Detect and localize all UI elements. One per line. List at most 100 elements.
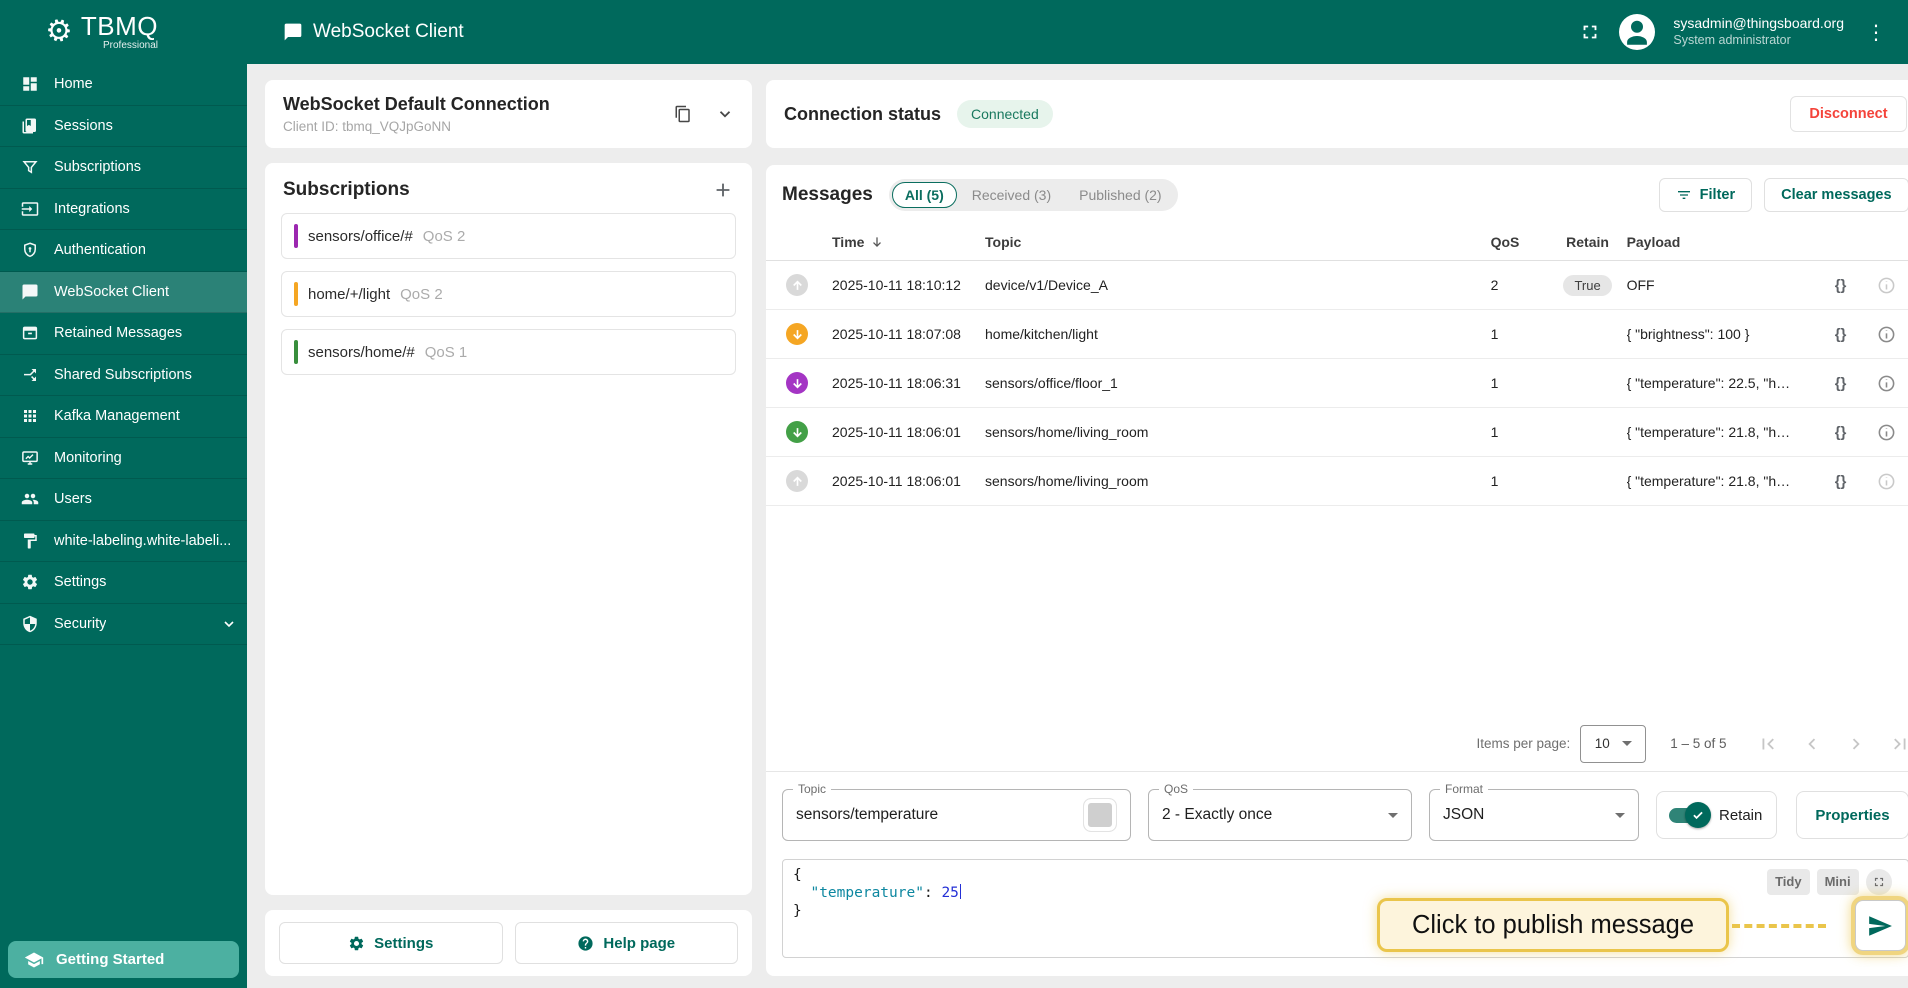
tab-all[interactable]: All (5) [891,182,957,208]
subscription-color-bar [294,224,298,248]
column-time[interactable]: Time [832,234,985,250]
clear-messages-button[interactable]: Clear messages [1764,178,1908,212]
next-page-icon[interactable] [1845,733,1867,755]
sidebar-item-shared-subscriptions[interactable]: Shared Subscriptions [0,355,247,396]
payload-json-icon[interactable]: {} [1835,277,1847,294]
logo-subtext: Professional [102,40,159,51]
message-row[interactable]: 2025-10-11 18:06:01 sensors/home/living_… [766,408,1908,457]
message-topic: device/v1/Device_A [985,277,1108,293]
subscription-item[interactable]: sensors/office/# QoS 2 [281,213,736,259]
column-payload[interactable]: Payload [1627,234,1817,250]
messages-table: Time Topic QoS Retain Payload 2025-10-11… [766,223,1908,506]
tab-published[interactable]: Published (2) [1066,182,1175,208]
copy-icon[interactable] [674,105,692,123]
paginator: Items per page: 10 1 – 5 of 5 [766,716,1908,772]
retain-label: Retain [1719,806,1763,824]
sidebar-item-security[interactable]: Security [0,604,247,645]
message-time: 2025-10-11 18:07:08 [832,326,961,342]
payload-json-icon[interactable]: {} [1835,375,1847,392]
input-icon [20,199,40,219]
info-icon[interactable] [1877,423,1896,442]
payload-json-icon[interactable]: {} [1835,424,1847,441]
properties-button[interactable]: Properties [1796,791,1908,839]
editor-fullscreen-icon[interactable] [1865,869,1892,895]
published-arrow-icon [786,274,808,296]
info-icon[interactable] [1877,276,1896,295]
sort-desc-icon [870,235,884,249]
connection-card[interactable]: WebSocket Default Connection Client ID: … [265,80,752,148]
retain-toggle[interactable]: Retain [1656,791,1778,839]
settings-button[interactable]: Settings [279,922,503,964]
disconnect-button[interactable]: Disconnect [1790,96,1907,132]
publish-message-button[interactable] [1854,900,1906,951]
message-time: 2025-10-11 18:06:01 [832,473,961,489]
connection-status-title: Connection status [784,103,942,124]
tab-received[interactable]: Received (3) [959,182,1064,208]
add-subscription-button[interactable] [712,179,734,201]
mini-button[interactable]: Mini [1816,869,1859,895]
user-role: System administrator [1673,32,1791,47]
previous-page-icon[interactable] [1801,733,1823,755]
qos-select[interactable]: QoS 2 - Exactly once [1148,782,1412,841]
topic-color-swatch[interactable] [1083,798,1117,832]
items-per-page-label: Items per page: [1476,736,1571,751]
help-icon [577,935,594,952]
topic-value: sensors/temperature [796,806,939,823]
gear-icon [348,935,365,952]
column-retain[interactable]: Retain [1566,234,1609,250]
avatar[interactable] [1619,14,1656,50]
message-row[interactable]: 2025-10-11 18:07:08 home/kitchen/light 1… [766,310,1908,359]
sidebar-item-white-labeling[interactable]: white-labeling.white-labeli... [0,521,247,562]
sidebar-item-sessions[interactable]: Sessions [0,106,247,147]
help-page-button[interactable]: Help page [514,922,738,964]
sidebar-item-settings[interactable]: Settings [0,562,247,604]
first-page-icon[interactable] [1757,733,1779,755]
message-qos: 1 [1490,424,1499,440]
topic-input[interactable]: Topic sensors/temperature [782,782,1131,841]
kebab-menu-icon[interactable]: ⋮ [1862,20,1890,45]
payload-editor[interactable]: { "temperature": 25 } Tidy Mini Click to… [782,859,1908,958]
tooltip-connector-line [1732,924,1826,928]
subscription-item[interactable]: sensors/home/# QoS 1 [281,329,736,375]
items-per-page-select[interactable]: 10 [1580,724,1647,763]
retain-badge: True [1563,274,1612,296]
monitor-icon [20,448,40,468]
tidy-button[interactable]: Tidy [1767,869,1810,895]
info-icon[interactable] [1877,325,1896,344]
sidebar-item-retained-messages[interactable]: Retained Messages [0,313,247,355]
message-payload: { "temperature": 21.8, "h… [1626,473,1791,489]
getting-started-button[interactable]: Getting Started [8,941,239,978]
sidebar-item-authentication[interactable]: Authentication [0,230,247,272]
sidebar-item-subscriptions[interactable]: Subscriptions [0,147,247,189]
message-row[interactable]: 2025-10-11 18:10:12 device/v1/Device_A 2… [766,261,1908,310]
payload-json-icon[interactable]: {} [1835,326,1847,343]
chevron-down-icon[interactable] [716,105,734,123]
chat-bubble-icon [20,282,40,302]
info-icon[interactable] [1877,374,1896,393]
connection-actions-card: Settings Help page [265,910,752,976]
message-row[interactable]: 2025-10-11 18:06:31 sensors/office/floor… [766,359,1908,408]
payload-json-icon[interactable]: {} [1835,473,1847,490]
format-select[interactable]: Format JSON [1429,782,1639,841]
tbmq-logo[interactable]: ⚙ TBMQ Professional [0,12,247,51]
fullscreen-icon[interactable] [1579,21,1601,43]
subscription-item[interactable]: home/+/light QoS 2 [281,271,736,317]
received-arrow-icon [786,323,808,345]
column-qos[interactable]: QoS [1491,234,1549,250]
user-info[interactable]: sysadmin@thingsboard.org System administ… [1673,15,1844,48]
connection-client-id: Client ID: tbmq_VQJpGoNN [283,118,452,134]
sidebar-item-kafka-management[interactable]: Kafka Management [0,396,247,438]
message-row[interactable]: 2025-10-11 18:06:01 sensors/home/living_… [766,457,1908,506]
sidebar-item-users[interactable]: Users [0,479,247,521]
column-topic[interactable]: Topic [985,234,1491,250]
sidebar-item-home[interactable]: Home [0,64,247,106]
filter-icon [1676,187,1692,203]
info-icon[interactable] [1877,472,1896,491]
message-time: 2025-10-11 18:10:12 [832,277,961,293]
last-page-icon[interactable] [1889,733,1908,755]
sidebar-item-monitoring[interactable]: Monitoring [0,438,247,479]
sidebar-item-websocket-client[interactable]: WebSocket Client [0,271,247,313]
filter-button[interactable]: Filter [1658,178,1753,212]
sidebar-item-integrations[interactable]: Integrations [0,189,247,230]
messages-title: Messages [782,184,873,205]
